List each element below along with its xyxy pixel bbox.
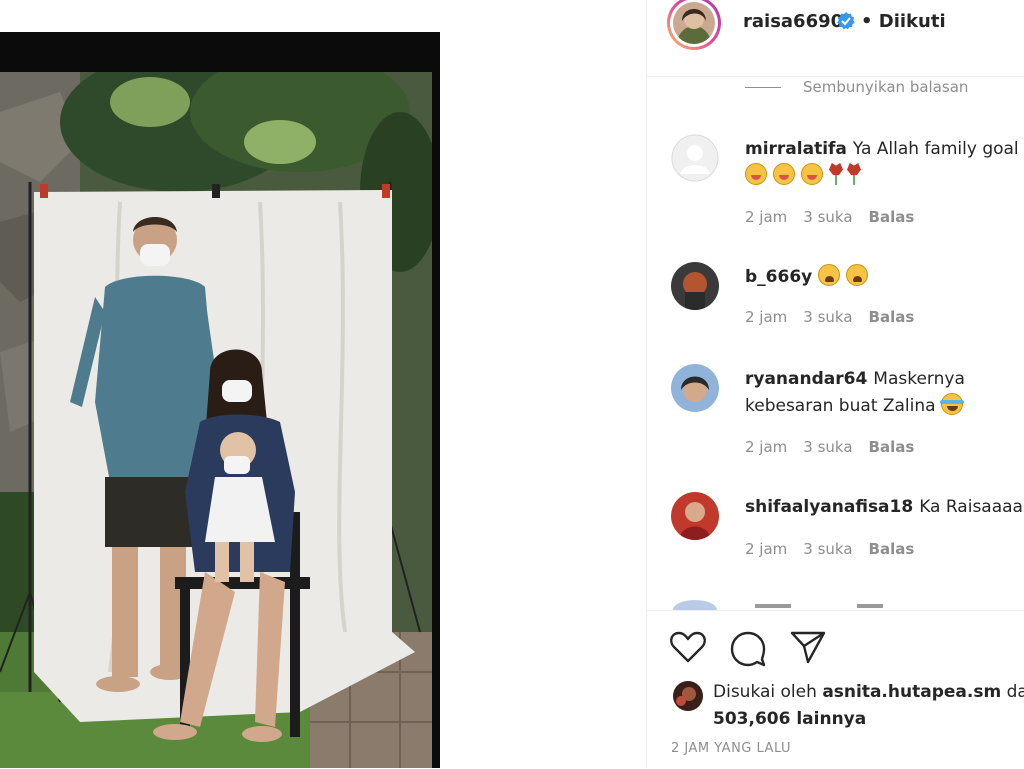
comment-body: shifaalyanafisa18 Ka Raisaaaa: [745, 494, 1024, 521]
divider-line: [745, 87, 781, 88]
comment-likes[interactable]: 3 suka: [803, 438, 852, 456]
commenter-avatar-image: [671, 492, 719, 540]
author-username[interactable]: raisa6690: [743, 11, 843, 32]
commenter-username[interactable]: b_666y: [745, 267, 812, 287]
comment-meta: 2 jam 3 suka Balas: [745, 208, 930, 226]
hide-replies-label: Sembunyikan balasan: [803, 78, 969, 96]
follow-status[interactable]: • Diikuti: [861, 11, 946, 32]
family-photo-image: [0, 72, 432, 768]
rose-emoji-icon: [847, 163, 861, 185]
comment-sidebar: raisa6690 • Diikuti Sembunyikan balasan …: [646, 0, 1024, 768]
drooling-face-emoji-icon: [801, 163, 823, 185]
comment-body: mirralatifa Ya Allah family goal: [745, 136, 1024, 190]
comment-time: 2 jam: [745, 308, 788, 326]
comment-likes[interactable]: 3 suka: [803, 208, 852, 226]
liker-avatar[interactable]: [673, 681, 703, 711]
comment-icon[interactable]: [729, 629, 767, 667]
drooling-face-emoji-icon: [773, 163, 795, 185]
likes-count[interactable]: 503,606 lainnya: [713, 709, 866, 729]
comment-text: Ka Raisaaaa: [919, 497, 1023, 517]
comment-text: Ya Allah family goal: [852, 139, 1019, 159]
weary-face-emoji-icon: [818, 264, 841, 286]
commenter-avatar[interactable]: [671, 262, 719, 310]
rose-emoji-icon: [829, 163, 843, 185]
likes-suffix: da: [1006, 682, 1024, 702]
comment-time: 2 jam: [745, 208, 788, 226]
commenter-username[interactable]: shifaalyanafisa18: [745, 497, 913, 517]
post-photo-frame: [0, 32, 440, 768]
comment-time: 2 jam: [745, 438, 788, 456]
weary-face-emoji-icon: [846, 264, 869, 286]
comment-time: 2 jam: [745, 540, 788, 558]
comment-meta: 2 jam 3 suka Balas: [745, 438, 930, 456]
reply-button[interactable]: Balas: [869, 308, 915, 326]
comment-meta: 2 jam 3 suka Balas: [745, 540, 930, 558]
comment-body: ryanandar64 Maskernya kebesaran buat Zali…: [745, 366, 1024, 420]
commenter-avatar[interactable]: [671, 134, 719, 182]
comment-text-line2: kebesaran buat Zalina: [745, 396, 936, 416]
liker-username[interactable]: asnita.hutapea.sm: [822, 682, 1001, 702]
commenter-username[interactable]: ryanandar64: [745, 369, 867, 389]
author-avatar[interactable]: [667, 0, 721, 50]
comment-body: b_666y: [745, 264, 1024, 291]
likes-text: Disukai oleh asnita.hutapea.sm da 503,60…: [713, 679, 1024, 733]
comment-text: Maskernya: [873, 369, 965, 389]
post-header: raisa6690 • Diikuti: [647, 0, 1024, 77]
heart-icon[interactable]: [669, 629, 707, 665]
commenter-username[interactable]: mirralatifa: [745, 139, 847, 159]
comment-likes[interactable]: 3 suka: [803, 308, 852, 326]
commenter-avatar[interactable]: [671, 492, 719, 540]
reply-button[interactable]: Balas: [869, 540, 915, 558]
partial-comment-preview: [673, 600, 883, 610]
default-avatar-icon: [671, 134, 719, 182]
reply-button[interactable]: Balas: [869, 208, 915, 226]
likes-prefix: Disukai oleh: [713, 682, 817, 702]
hide-replies-toggle[interactable]: Sembunyikan balasan: [745, 78, 968, 96]
post-timestamp[interactable]: 2 JAM YANG LALU: [671, 741, 791, 756]
commenter-avatar-image: [671, 364, 719, 412]
comment-likes[interactable]: 3 suka: [803, 540, 852, 558]
comment-item-partial: [671, 594, 1021, 610]
commenter-avatar-image: [671, 262, 719, 310]
post-photo[interactable]: [0, 72, 432, 768]
reply-button[interactable]: Balas: [869, 438, 915, 456]
share-icon[interactable]: [789, 629, 827, 665]
drooling-face-emoji-icon: [745, 163, 767, 185]
liker-avatar-image: [673, 681, 703, 711]
verified-badge-icon: [837, 12, 855, 30]
commenter-avatar[interactable]: [671, 364, 719, 412]
comment-meta: 2 jam 3 suka Balas: [745, 308, 930, 326]
author-avatar-image: [673, 2, 715, 44]
tears-of-joy-emoji-icon: [939, 393, 964, 415]
post-action-bar: Disukai oleh asnita.hutapea.sm da 503,60…: [647, 610, 1024, 769]
